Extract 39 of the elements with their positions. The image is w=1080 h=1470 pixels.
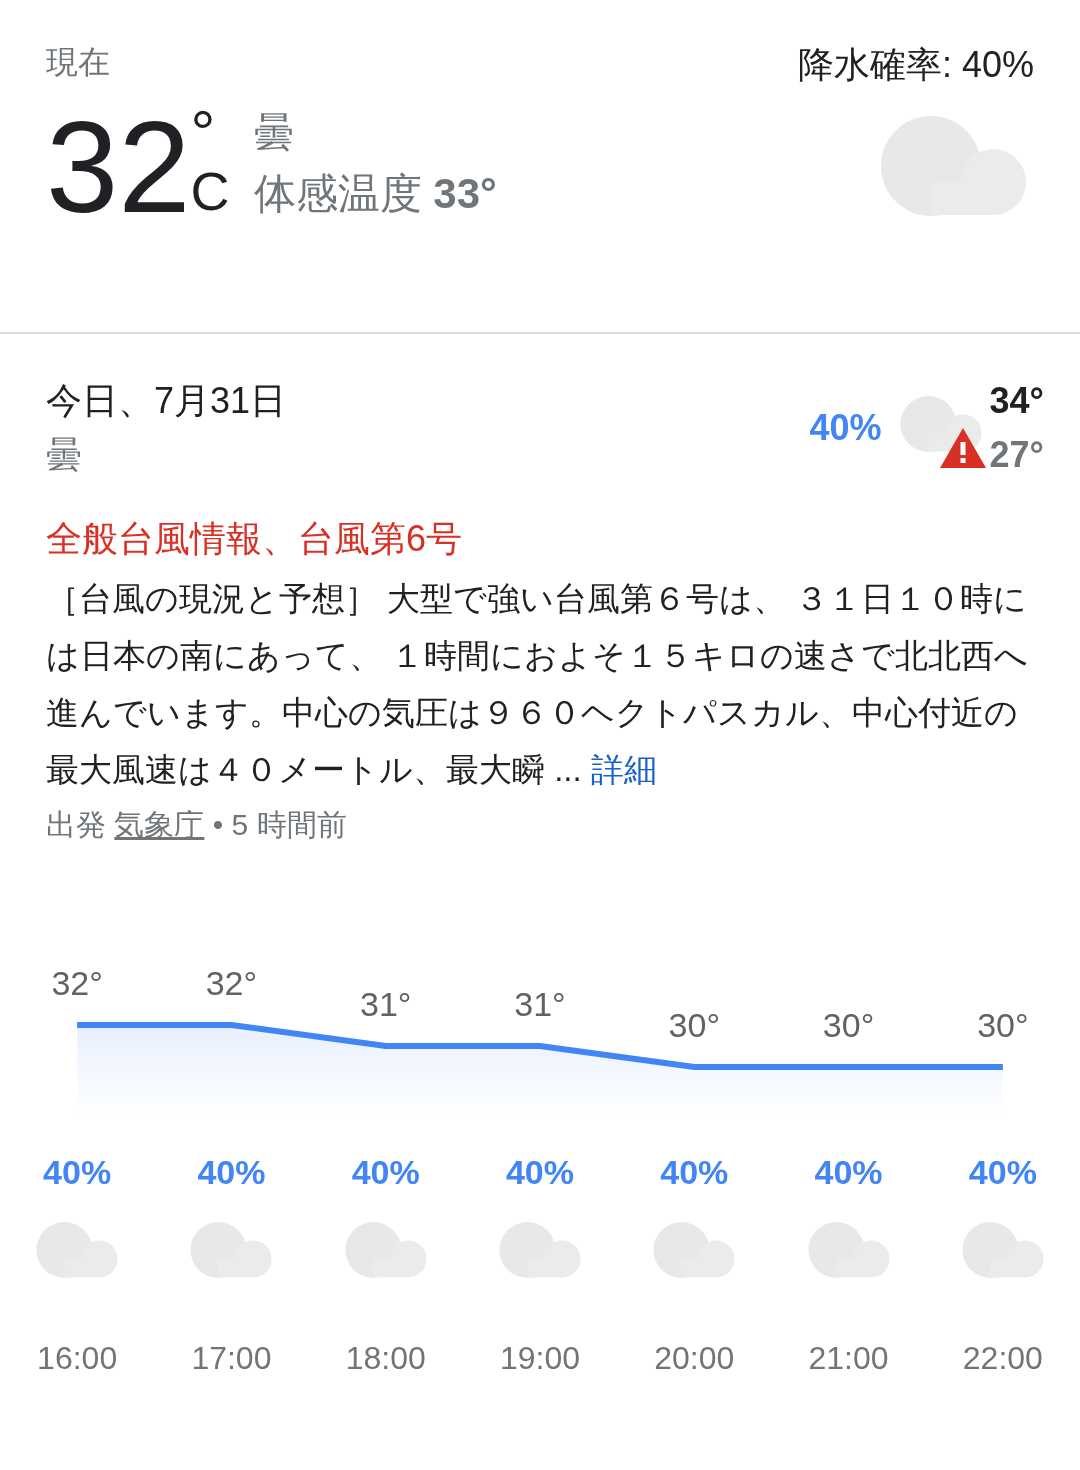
- source-text: 出発 気象庁 • 5 時間前: [46, 807, 348, 843]
- source-link[interactable]: 気象庁: [114, 808, 205, 841]
- temperature-label: 30°: [977, 1006, 1029, 1044]
- alert-text: ［台風の現況と予想］ 大型で強い台風第６号は、 ３１日１０時には日本の南にあって、 １時間におよそ１５キロの速さで北北西へ進んでいます。中心の気圧は９６０ヘクトパスカル、中心付近の最大風速は４０メートル、最大瞬 ... 詳細: [46, 579, 1030, 790]
- current-label: 現在: [46, 43, 111, 82]
- time-label: 18:00: [345, 1339, 426, 1378]
- temperature-label: 32°: [205, 964, 258, 1002]
- more-link[interactable]: 詳細: [590, 751, 657, 788]
- precipitation-label: 40%: [43, 1152, 112, 1193]
- time-label: 16:00: [37, 1339, 118, 1378]
- high-temperature: 34°: [989, 379, 1044, 423]
- unit-label: C: [190, 164, 230, 218]
- temperature-label: 30°: [822, 1006, 875, 1044]
- cloud-icon: [899, 396, 982, 452]
- degree-symbol: °: [190, 102, 217, 164]
- temperature-label: 32°: [51, 964, 103, 1002]
- feels-like-text: 体感温度 33°: [253, 169, 497, 219]
- time-label: 21:00: [808, 1339, 889, 1378]
- precipitation-label: 40%: [351, 1152, 420, 1193]
- precipitation-label: 降水確率: 40%: [797, 43, 1034, 87]
- temperature: 32: [46, 102, 191, 232]
- time-label: 19:00: [499, 1339, 581, 1378]
- precipitation-label: 40%: [660, 1152, 729, 1193]
- condition-label: 曇: [46, 433, 83, 477]
- condition-label: 曇: [253, 109, 295, 156]
- low-temperature: 27°: [989, 433, 1044, 477]
- temperature-label: 31°: [514, 985, 566, 1023]
- time-label: 20:00: [654, 1339, 735, 1378]
- date-label: 今日、7月31日: [46, 379, 287, 423]
- precipitation-label: 40%: [197, 1152, 266, 1193]
- temperature-label: 30°: [668, 1006, 720, 1044]
- precipitation-label: 40%: [809, 406, 882, 450]
- precipitation-label: 40%: [505, 1152, 574, 1193]
- precipitation-label: 40%: [968, 1152, 1037, 1193]
- precipitation-label: 40%: [814, 1152, 883, 1193]
- time-label: 22:00: [962, 1339, 1043, 1378]
- temperature-label: 31°: [360, 985, 412, 1023]
- alert-title: 全般台風情報、台風第6号: [46, 517, 464, 561]
- time-label: 17:00: [191, 1339, 272, 1378]
